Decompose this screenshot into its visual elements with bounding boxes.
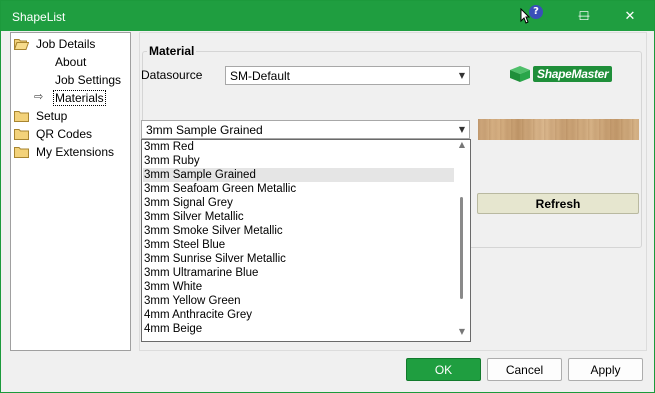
- dropdown-option[interactable]: 3mm Red: [143, 140, 454, 154]
- mouse-cursor-icon: [520, 8, 530, 24]
- shapelist-window: ShapeList ? — ☐ ✕ Job Details About Job …: [0, 0, 655, 393]
- material-select[interactable]: 3mm Sample Grained ▼: [141, 120, 470, 139]
- tree-item-materials[interactable]: ⇨ Materials: [34, 89, 106, 106]
- navigation-tree: Job Details About Job Settings ⇨ Materia…: [10, 32, 131, 351]
- arrow-right-icon: ⇨: [34, 90, 44, 103]
- material-select-value: 3mm Sample Grained: [146, 123, 263, 137]
- tree-item-job-settings[interactable]: Job Settings: [54, 71, 122, 88]
- dropdown-option[interactable]: 3mm White: [143, 280, 454, 294]
- help-icon[interactable]: ?: [529, 5, 543, 19]
- tree-item-setup[interactable]: Setup: [14, 107, 68, 124]
- datasource-select[interactable]: SM-Default ▼: [225, 66, 470, 85]
- chevron-down-icon: ▼: [458, 71, 465, 80]
- tree-item-about[interactable]: About: [54, 53, 87, 70]
- tree-item-my-extensions[interactable]: My Extensions: [14, 143, 115, 160]
- material-texture-preview: [478, 119, 639, 140]
- folder-icon: [14, 128, 29, 140]
- dropdown-option[interactable]: 3mm Ruby: [143, 154, 454, 168]
- shapemaster-logo: ShapeMaster: [509, 65, 613, 83]
- tree-item-label: Materials: [53, 89, 106, 106]
- chevron-down-icon: ▼: [458, 125, 465, 134]
- scroll-up-icon[interactable]: ▲: [454, 140, 470, 154]
- titlebar[interactable]: ShapeList ? — ☐ ✕: [1, 1, 654, 31]
- folder-icon: [14, 110, 29, 122]
- dropdown-option[interactable]: 3mm Ultramarine Blue: [143, 266, 454, 280]
- scroll-down-icon[interactable]: ▼: [454, 327, 470, 341]
- dropdown-option[interactable]: 4mm Beige: [143, 322, 454, 336]
- apply-button[interactable]: Apply: [568, 358, 643, 381]
- dropdown-option[interactable]: 3mm Silver Metallic: [143, 210, 454, 224]
- dropdown-option[interactable]: 3mm Seafoam Green Metallic: [143, 182, 454, 196]
- tree-item-label: Job Details: [36, 36, 96, 51]
- tree-item-label: Setup: [36, 108, 68, 123]
- folder-open-icon: [14, 38, 29, 50]
- material-group-title: Material: [147, 44, 197, 58]
- tree-item-label: QR Codes: [36, 126, 93, 141]
- refresh-button[interactable]: Refresh: [477, 193, 639, 214]
- dropdown-option[interactable]: 3mm Yellow Green: [143, 294, 454, 308]
- dropdown-option[interactable]: 3mm Steel Blue: [143, 238, 454, 252]
- cube-logo-icon: [510, 66, 530, 82]
- tree-item-qr-codes[interactable]: QR Codes: [14, 125, 93, 142]
- ok-button[interactable]: OK: [406, 358, 481, 381]
- datasource-label: Datasource: [141, 68, 203, 82]
- tree-item-label: About: [55, 54, 87, 69]
- tree-item-label: Job Settings: [55, 72, 122, 87]
- dropdown-option[interactable]: 3mm Signal Grey: [143, 196, 454, 210]
- window-title: ShapeList: [12, 10, 66, 24]
- tree-item-job-details[interactable]: Job Details: [14, 35, 96, 52]
- tree-item-label: My Extensions: [36, 144, 115, 159]
- dropdown-option[interactable]: 3mm Sunrise Silver Metallic: [143, 252, 454, 266]
- maximize-button[interactable]: ☐: [561, 1, 607, 31]
- logo-text: ShapeMaster: [533, 66, 613, 82]
- dropdown-option[interactable]: 3mm Smoke Silver Metallic: [143, 224, 454, 238]
- cancel-button[interactable]: Cancel: [487, 358, 562, 381]
- close-button[interactable]: ✕: [607, 1, 653, 31]
- datasource-value: SM-Default: [230, 69, 291, 83]
- dropdown-option-highlighted[interactable]: 3mm Sample Grained: [143, 168, 454, 182]
- folder-icon: [14, 146, 29, 158]
- dropdown-option[interactable]: 4mm Anthracite Grey: [143, 308, 454, 322]
- dropdown-scrollbar[interactable]: ▲ ▼: [454, 140, 470, 341]
- material-dropdown-list[interactable]: 3mm Red 3mm Ruby 3mm Sample Grained 3mm …: [141, 139, 471, 342]
- scrollbar-thumb[interactable]: [460, 197, 463, 299]
